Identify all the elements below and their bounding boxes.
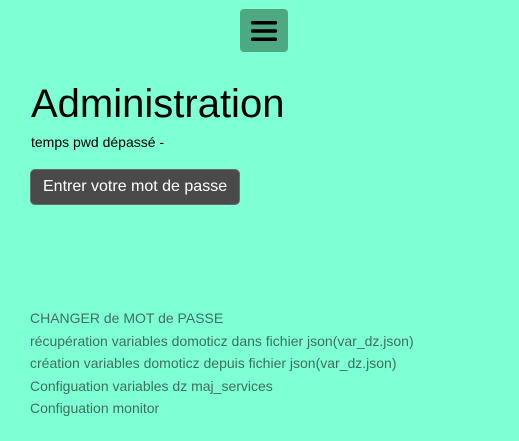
link-config-maj-services[interactable]: Configuation variables dz maj_services: [30, 375, 414, 398]
link-import-variables-json[interactable]: récupération variables domoticz dans fic…: [30, 330, 414, 353]
hamburger-menu-icon: [251, 20, 277, 41]
link-create-variables-json[interactable]: création variables domoticz depuis fichi…: [30, 352, 414, 375]
link-change-password[interactable]: CHANGER de MOT de PASSE: [30, 307, 414, 330]
password-timeout-status: temps pwd dépassé -: [31, 134, 165, 150]
menu-toggle-button[interactable]: [240, 9, 288, 52]
enter-password-button[interactable]: Entrer votre mot de passe: [30, 169, 241, 205]
page-title: Administration: [31, 82, 285, 126]
link-config-monitor[interactable]: Configuation monitor: [30, 397, 414, 420]
admin-links-list: CHANGER de MOT de PASSE récupération var…: [30, 307, 414, 420]
